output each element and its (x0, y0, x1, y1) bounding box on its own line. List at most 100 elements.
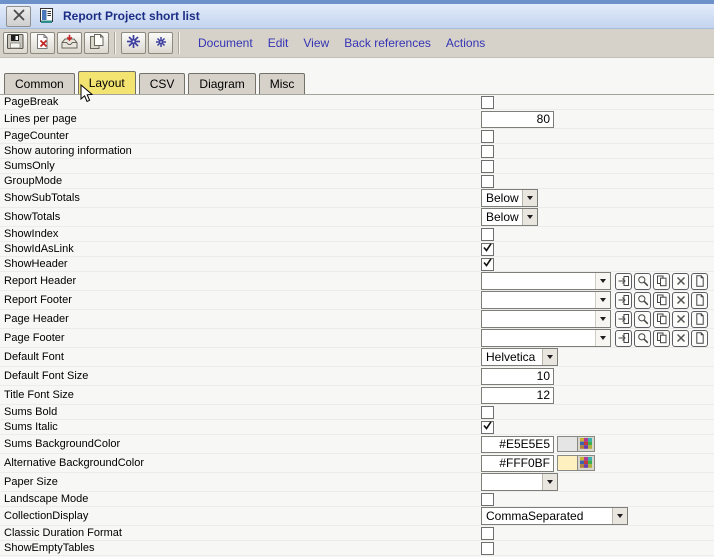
report-project-window: Report Project short list Document Edit Vi… (0, 0, 714, 557)
alternative-backgroundcolor-swatch (557, 455, 595, 471)
tab-diagram[interactable]: Diagram (188, 73, 255, 94)
sums-italic-checkbox[interactable] (481, 421, 494, 434)
form-row-lines-per-page: Lines per page (0, 110, 714, 129)
paper-size-select[interactable] (481, 473, 558, 491)
color-picker-button[interactable] (577, 456, 594, 470)
refresh-small-button[interactable] (148, 32, 173, 54)
showindex-checkbox[interactable] (481, 228, 494, 241)
row-label-sums-bold: Sums Bold (4, 406, 57, 418)
page-header-combo[interactable] (481, 310, 611, 328)
starburst-small-icon (155, 36, 167, 51)
form-row-showindex: ShowIndex (0, 227, 714, 242)
form-row-report-footer: Report Footer (0, 291, 714, 310)
new-page-button[interactable] (691, 311, 708, 328)
sums-bold-checkbox[interactable] (481, 406, 494, 419)
open-page-button[interactable] (615, 273, 632, 290)
row-label-collectiondisplay: CollectionDisplay (4, 510, 88, 522)
delete-button[interactable] (30, 32, 55, 54)
new-page-button[interactable] (691, 273, 708, 290)
clear-x-button[interactable] (672, 273, 689, 290)
showtotals-select[interactable]: Below (481, 208, 538, 226)
copy-pages-button[interactable] (653, 311, 670, 328)
classic-duration-format-checkbox[interactable] (481, 527, 494, 540)
page-delete-icon (34, 34, 51, 52)
form-row-collectiondisplay: CollectionDisplay CommaSeparated (0, 507, 714, 526)
landscape-mode-checkbox[interactable] (481, 493, 494, 506)
copy-pages-button[interactable] (653, 330, 670, 347)
clear-x-button[interactable] (672, 330, 689, 347)
menu-back-references[interactable]: Back references (344, 36, 431, 50)
tab-layout[interactable]: Layout (78, 71, 136, 94)
lines-per-page-input[interactable] (481, 111, 554, 128)
row-control (481, 257, 494, 271)
report-footer-combo[interactable] (481, 291, 611, 309)
menu-actions[interactable]: Actions (446, 36, 485, 50)
tab-csv[interactable]: CSV (139, 73, 186, 94)
window-title: Report Project short list (63, 9, 200, 23)
row-label-page-header: Page Header (4, 313, 69, 325)
form-row-landscape-mode: Landscape Mode (0, 492, 714, 507)
default-font-select[interactable]: Helvetica (481, 348, 558, 366)
row-control (481, 386, 554, 404)
report-header-combo[interactable] (481, 272, 611, 290)
collectiondisplay-select[interactable]: CommaSeparated (481, 507, 628, 525)
refresh-large-button[interactable] (121, 32, 146, 54)
clear-x-icon (675, 294, 687, 306)
tab-common[interactable]: Common (4, 73, 75, 94)
row-label-pagecounter: PageCounter (4, 130, 69, 142)
magnifier-button[interactable] (634, 292, 651, 309)
close-button[interactable] (6, 6, 31, 27)
magnifier-button[interactable] (634, 330, 651, 347)
row-label-landscape-mode: Landscape Mode (4, 493, 88, 505)
sumsonly-checkbox[interactable] (481, 160, 494, 173)
form-row-title-font-size: Title Font Size (0, 386, 714, 405)
color-picker-button[interactable] (577, 437, 594, 451)
magnifier-button[interactable] (634, 273, 651, 290)
copy-pages-button[interactable] (653, 292, 670, 309)
pagecounter-checkbox[interactable] (481, 130, 494, 143)
alternative-backgroundcolor-input[interactable] (481, 455, 554, 472)
new-page-button[interactable] (691, 292, 708, 309)
import-button[interactable] (57, 32, 82, 54)
form-row-showheader: ShowHeader (0, 257, 714, 272)
tab-bar: CommonLayoutCSVDiagramMisc (0, 71, 714, 95)
menu-edit[interactable]: Edit (268, 36, 289, 50)
row-control (481, 272, 708, 290)
page-footer-combo[interactable] (481, 329, 611, 347)
copy-button[interactable] (84, 32, 109, 54)
new-page-icon (694, 313, 706, 325)
menu-document[interactable]: Document (198, 36, 253, 50)
selected-value: CommaSeparated (482, 509, 612, 523)
groupmode-checkbox[interactable] (481, 175, 494, 188)
showsubtotals-select[interactable]: Below (481, 189, 538, 207)
showemptytables-checkbox[interactable] (481, 542, 494, 555)
row-label-report-header: Report Header (4, 275, 76, 287)
chevron-down-icon (595, 311, 610, 327)
show-autoring-information-checkbox[interactable] (481, 145, 494, 158)
open-page-icon (618, 275, 630, 287)
title-font-size-input[interactable] (481, 387, 554, 404)
open-page-button[interactable] (615, 292, 632, 309)
clear-x-button[interactable] (672, 292, 689, 309)
tab-misc[interactable]: Misc (259, 73, 306, 94)
copy-pages-icon (656, 313, 668, 325)
row-control (481, 405, 494, 419)
magnifier-button[interactable] (634, 311, 651, 328)
form-row-sums-bold: Sums Bold (0, 405, 714, 420)
open-page-button[interactable] (615, 330, 632, 347)
pagebreak-checkbox[interactable] (481, 96, 494, 109)
save-button[interactable] (3, 32, 28, 54)
open-page-button[interactable] (615, 311, 632, 328)
row-control (481, 329, 708, 347)
menu-view[interactable]: View (303, 36, 329, 50)
sums-backgroundcolor-input[interactable] (481, 436, 554, 453)
row-control: Below (481, 189, 538, 207)
row-label-showindex: ShowIndex (4, 228, 58, 240)
clear-x-button[interactable] (672, 311, 689, 328)
default-font-size-input[interactable] (481, 368, 554, 385)
new-page-button[interactable] (691, 330, 708, 347)
row-control (481, 95, 494, 109)
showheader-checkbox[interactable] (481, 258, 494, 271)
showidaslink-checkbox[interactable] (481, 243, 494, 256)
copy-pages-button[interactable] (653, 273, 670, 290)
